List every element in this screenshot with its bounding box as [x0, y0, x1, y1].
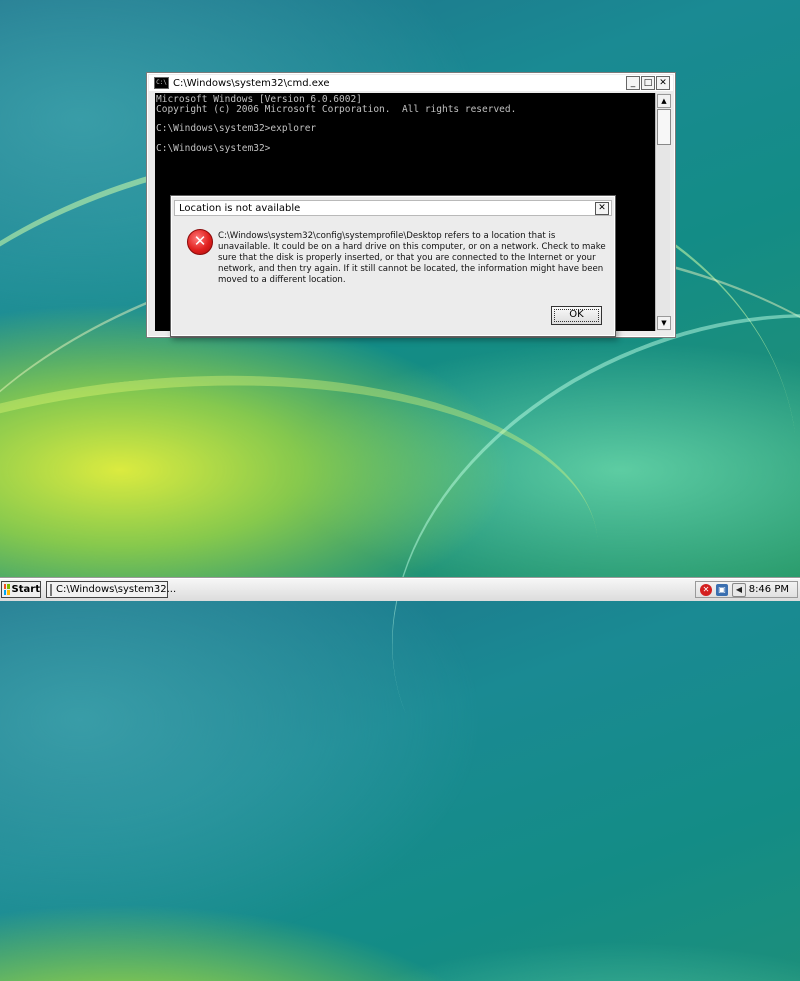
cmd-title: C:\Windows\system32\cmd.exe [173, 77, 330, 89]
security-alert-icon[interactable]: ✕ [700, 583, 712, 596]
ok-button[interactable]: OK [551, 306, 602, 325]
console-icon [50, 583, 52, 596]
cmd-titlebar[interactable]: C:\ C:\Windows\system32\cmd.exe _ □ ✕ [149, 75, 673, 91]
volume-icon[interactable]: ◀ [732, 582, 746, 597]
system-tray: ✕ ▣ ◀ 8:46 PM [695, 581, 798, 598]
start-button[interactable]: Start [1, 581, 41, 598]
scroll-down-arrow-icon[interactable]: ▼ [657, 316, 671, 330]
network-icon[interactable]: ▣ [716, 583, 728, 596]
minimize-icon[interactable]: _ [626, 76, 640, 90]
start-label: Start [11, 584, 40, 595]
close-icon[interactable]: ✕ [656, 76, 670, 90]
scroll-up-arrow-icon[interactable]: ▲ [657, 94, 671, 108]
dialog-titlebar[interactable]: Location is not available ✕ [174, 200, 612, 216]
close-icon[interactable]: ✕ [595, 201, 609, 215]
ok-button-label: OK [569, 309, 584, 320]
taskbar-item-label: C:\Windows\system32... [56, 584, 177, 595]
error-icon: ✕ [187, 229, 213, 255]
error-dialog: Location is not available ✕ ✕ C:\Windows… [170, 195, 616, 337]
maximize-icon[interactable]: □ [641, 76, 655, 90]
dialog-title: Location is not available [179, 202, 301, 214]
scrollbar-thumb[interactable] [657, 109, 671, 145]
vertical-scrollbar[interactable]: ▲ ▼ [655, 93, 671, 331]
taskbar-item-cmd[interactable]: C:\Windows\system32... [46, 581, 176, 598]
clock[interactable]: 8:46 PM [749, 584, 789, 595]
windows-logo-icon [4, 584, 10, 595]
dialog-message: C:\Windows\system32\config\systemprofile… [218, 231, 606, 285]
taskbar: Start C:\Windows\system32... ✕ ▣ ◀ 8:46 … [0, 578, 800, 601]
console-icon: C:\ [154, 77, 169, 89]
